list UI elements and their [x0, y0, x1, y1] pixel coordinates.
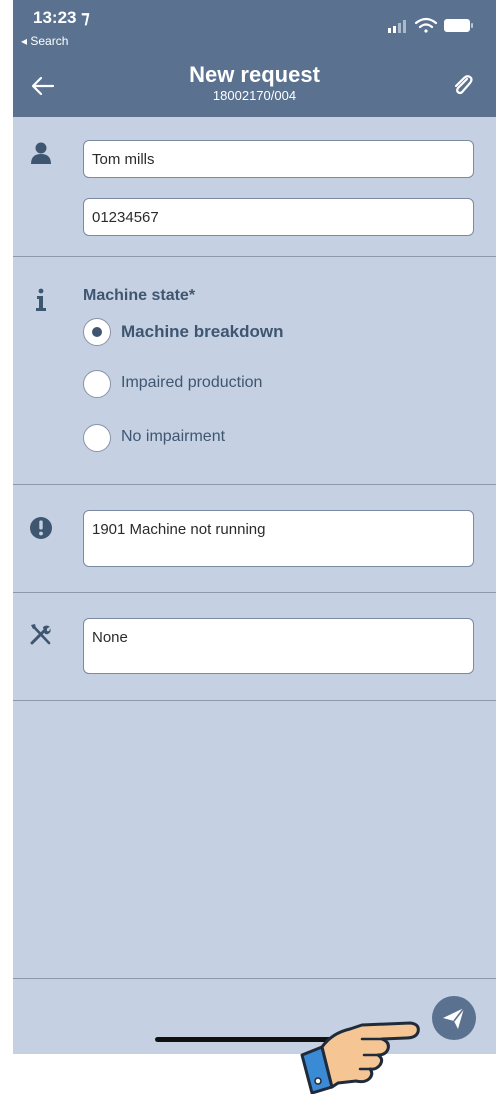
radio-label-no-impairment: No impairment — [121, 428, 226, 445]
tools-field[interactable]: None — [83, 618, 474, 674]
radio-no-impairment[interactable] — [83, 424, 111, 452]
top-bar: 13:23 ⁊ ◂ Search New request 18002170/00… — [13, 0, 496, 117]
phone-field[interactable]: 01234567 — [83, 198, 474, 236]
section-divider — [13, 700, 496, 701]
radio-label-impaired-production: Impaired production — [121, 374, 263, 391]
section-divider — [13, 484, 496, 485]
section-divider — [13, 592, 496, 593]
footer-divider — [13, 978, 496, 979]
page-subtitle: 18002170/004 — [212, 88, 297, 103]
radio-label-machine-breakdown: Machine breakdown — [121, 322, 284, 341]
radio-impaired-production[interactable] — [83, 370, 111, 398]
tools-icon — [30, 624, 51, 645]
send-icon — [443, 1007, 465, 1029]
info-icon — [36, 288, 46, 311]
status-time: 13:23 ⁊ — [33, 8, 90, 27]
paperclip-icon[interactable] — [450, 73, 476, 99]
status-icons — [388, 17, 473, 33]
battery-icon — [444, 19, 473, 32]
signal-icon — [388, 20, 406, 33]
wifi-icon — [414, 17, 438, 33]
radio-machine-breakdown[interactable] — [83, 318, 111, 346]
person-icon — [31, 142, 51, 164]
page-title: New request — [189, 62, 320, 87]
send-button[interactable] — [432, 996, 476, 1040]
section-divider — [13, 256, 496, 257]
app-screen: 13:23 ⁊ ◂ Search New request 18002170/00… — [13, 0, 496, 1054]
machine-state-label: Machine state* — [83, 287, 196, 304]
pointing-hand-icon — [300, 1021, 420, 1094]
exclamation-icon — [30, 517, 52, 539]
problem-field[interactable]: 1901 Machine not running — [83, 510, 474, 567]
back-to-search-link[interactable]: ◂ Search — [21, 34, 68, 48]
name-field[interactable]: Tom mills — [83, 140, 474, 178]
